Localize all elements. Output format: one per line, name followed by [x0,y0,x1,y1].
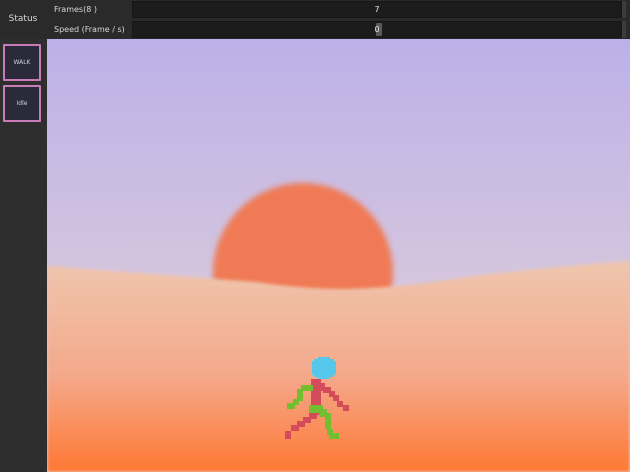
frames-property-row: Frames(8 ) 7 [48,0,630,19]
frames-value: 7 [374,5,380,14]
speed-label: Speed (Frame / s) [54,25,125,34]
properties-bar: Status Frames(8 ) 7 Speed (Frame / s) 0 [0,0,630,39]
frames-field[interactable]: 7 [132,1,622,18]
frames-scroll-track[interactable] [622,1,626,18]
walk-state-button[interactable]: WALK [3,44,41,81]
speed-property-row: Speed (Frame / s) 0 [48,20,630,39]
speed-scroll-track[interactable] [622,21,626,38]
scene-canvas [47,39,630,472]
speed-slider[interactable]: 0 [132,21,622,38]
status-label: Status [8,14,38,24]
idle-state-button[interactable]: Idle [3,85,41,122]
sand-dune [47,261,630,472]
scene-viewport[interactable] [47,39,630,472]
speed-value: 0 [374,25,380,34]
frames-label: Frames(8 ) [54,5,97,14]
state-sidebar: WALK Idle [0,39,47,472]
